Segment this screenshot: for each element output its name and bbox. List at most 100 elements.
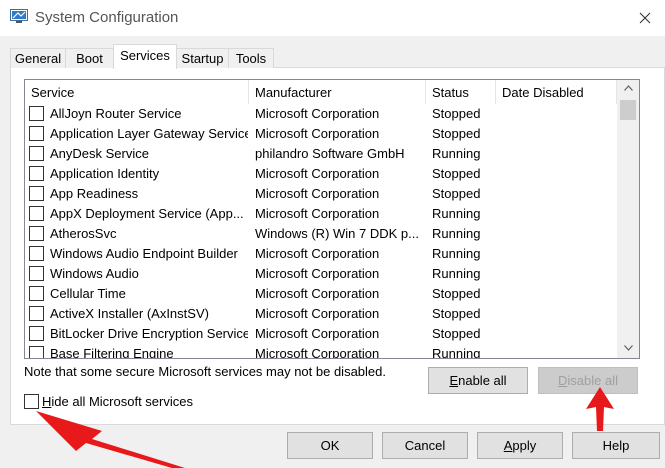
service-manufacturer: Microsoft Corporation bbox=[255, 326, 380, 341]
service-checkbox[interactable] bbox=[29, 126, 44, 141]
service-manufacturer: Microsoft Corporation bbox=[255, 186, 380, 201]
service-date-disabled bbox=[502, 144, 617, 164]
service-date-disabled bbox=[502, 344, 617, 358]
annotation-arrow-right bbox=[586, 387, 614, 431]
service-manufacturer: Microsoft Corporation bbox=[255, 286, 380, 301]
service-manufacturer: Windows (R) Win 7 DDK p... bbox=[255, 226, 419, 241]
service-checkbox[interactable] bbox=[29, 266, 44, 281]
column-header-status[interactable]: Status bbox=[426, 80, 496, 104]
column-header-manufacturer[interactable]: Manufacturer bbox=[249, 80, 426, 104]
table-row[interactable]: Base Filtering Engine Microsoft Corporati… bbox=[25, 344, 617, 359]
table-row[interactable]: Windows Audio Endpoint Builder Microsoft … bbox=[25, 244, 617, 264]
cancel-button[interactable]: Cancel bbox=[382, 432, 468, 459]
vertical-scrollbar[interactable] bbox=[617, 80, 639, 358]
table-row[interactable]: App Readiness Microsoft Corporation Stoppe… bbox=[25, 184, 617, 204]
service-status: Stopped bbox=[432, 286, 481, 301]
table-row[interactable]: Application Layer Gateway Service Microso… bbox=[25, 124, 617, 144]
scroll-down-button[interactable] bbox=[617, 340, 639, 358]
title-bar: System Configuration bbox=[0, 0, 665, 36]
service-date-disabled bbox=[502, 244, 617, 264]
service-checkbox[interactable] bbox=[29, 306, 44, 321]
secure-services-note: Note that some secure Microsoft services… bbox=[24, 364, 386, 379]
table-row[interactable]: AppX Deployment Service (App... Microsoft… bbox=[25, 204, 617, 224]
service-manufacturer: Microsoft Corporation bbox=[255, 126, 380, 141]
service-name: AtherosSvc bbox=[50, 226, 117, 241]
service-name: Windows Audio Endpoint Builder bbox=[50, 246, 238, 261]
service-manufacturer: Microsoft Corporation bbox=[255, 346, 380, 359]
table-row[interactable]: Cellular Time Microsoft Corporation Stoppe… bbox=[25, 284, 617, 304]
service-status: Stopped bbox=[432, 306, 481, 321]
service-checkbox[interactable] bbox=[29, 226, 44, 241]
service-status: Running bbox=[432, 226, 481, 241]
tab-startup[interactable]: Startup bbox=[176, 48, 229, 68]
column-header-date-disabled[interactable]: Date Disabled bbox=[496, 80, 617, 104]
service-checkbox[interactable] bbox=[29, 166, 44, 181]
service-name: Cellular Time bbox=[50, 286, 126, 301]
service-name: Application Identity bbox=[50, 166, 160, 181]
tab-tools[interactable]: Tools bbox=[228, 48, 274, 68]
scroll-thumb[interactable] bbox=[620, 100, 636, 120]
service-manufacturer: philandro Software GmbH bbox=[255, 146, 405, 161]
service-status: Stopped bbox=[432, 326, 481, 341]
table-row[interactable]: AnyDesk Service philandro Software GmbH Ru… bbox=[25, 144, 617, 164]
table-row[interactable]: ActiveX Installer (AxInstSV) Microsoft Co… bbox=[25, 304, 617, 324]
service-checkbox[interactable] bbox=[29, 326, 44, 341]
service-checkbox[interactable] bbox=[29, 106, 44, 121]
service-name: Base Filtering Engine bbox=[50, 346, 174, 359]
chevron-down-icon bbox=[623, 345, 633, 351]
service-status: Running bbox=[432, 206, 481, 221]
service-name: BitLocker Drive Encryption Service bbox=[50, 326, 248, 341]
annotation-arrow-left bbox=[36, 411, 185, 468]
table-row[interactable]: Application Identity Microsoft Corporatio… bbox=[25, 164, 617, 184]
close-button[interactable] bbox=[624, 0, 665, 36]
close-icon bbox=[639, 12, 650, 24]
chevron-up-icon bbox=[623, 85, 633, 91]
service-manufacturer: Microsoft Corporation bbox=[255, 266, 380, 281]
tab-boot[interactable]: Boot bbox=[65, 48, 114, 68]
scroll-up-button[interactable] bbox=[617, 80, 639, 98]
service-status: Running bbox=[432, 146, 481, 161]
service-name: AppX Deployment Service (App... bbox=[50, 206, 244, 221]
service-checkbox[interactable] bbox=[29, 246, 44, 261]
service-date-disabled bbox=[502, 124, 617, 144]
help-button[interactable]: Help bbox=[572, 432, 660, 459]
service-date-disabled bbox=[502, 264, 617, 284]
service-checkbox[interactable] bbox=[29, 186, 44, 201]
service-checkbox[interactable] bbox=[29, 346, 44, 358]
window-title: System Configuration bbox=[35, 9, 179, 26]
service-status: Stopped bbox=[432, 186, 481, 201]
enable-all-label: nable all bbox=[458, 373, 507, 388]
service-date-disabled bbox=[502, 324, 617, 344]
table-row[interactable]: AllJoyn Router Service Microsoft Corporat… bbox=[25, 104, 617, 124]
tab-services[interactable]: Services bbox=[113, 44, 177, 69]
service-date-disabled bbox=[502, 224, 617, 244]
service-status: Running bbox=[432, 246, 481, 261]
service-manufacturer: Microsoft Corporation bbox=[255, 106, 380, 121]
service-name: AllJoyn Router Service bbox=[50, 106, 182, 121]
services-list[interactable]: Service Manufacturer Status Date Disable… bbox=[24, 79, 640, 359]
ok-button[interactable]: OK bbox=[287, 432, 373, 459]
apply-button[interactable]: Apply bbox=[477, 432, 563, 459]
disable-all-accelerator: D bbox=[558, 373, 568, 388]
annotation-arrow-left-shape bbox=[36, 411, 185, 468]
enable-all-accelerator: E bbox=[449, 373, 459, 388]
list-header: Service Manufacturer Status Date Disable… bbox=[25, 80, 617, 104]
service-checkbox[interactable] bbox=[29, 206, 44, 221]
service-date-disabled bbox=[502, 304, 617, 324]
service-manufacturer: Microsoft Corporation bbox=[255, 166, 380, 181]
service-status: Running bbox=[432, 346, 481, 359]
column-header-service[interactable]: Service bbox=[25, 80, 249, 104]
service-checkbox[interactable] bbox=[29, 146, 44, 161]
service-date-disabled bbox=[502, 164, 617, 184]
service-manufacturer: Microsoft Corporation bbox=[255, 206, 380, 221]
service-checkbox[interactable] bbox=[29, 286, 44, 301]
table-row[interactable]: Windows Audio Microsoft Corporation Runnin… bbox=[25, 264, 617, 284]
system-config-icon bbox=[10, 9, 28, 23]
table-row[interactable]: BitLocker Drive Encryption Service Micros… bbox=[25, 324, 617, 344]
enable-all-button[interactable]: Enable all bbox=[428, 367, 528, 394]
annotation-arrow-right-shape bbox=[586, 387, 614, 431]
tab-general[interactable]: General bbox=[10, 48, 66, 68]
service-status: Stopped bbox=[432, 166, 481, 181]
service-name: Windows Audio bbox=[50, 266, 139, 281]
table-row[interactable]: AtherosSvc Windows (R) Win 7 DDK p... Runn… bbox=[25, 224, 617, 244]
